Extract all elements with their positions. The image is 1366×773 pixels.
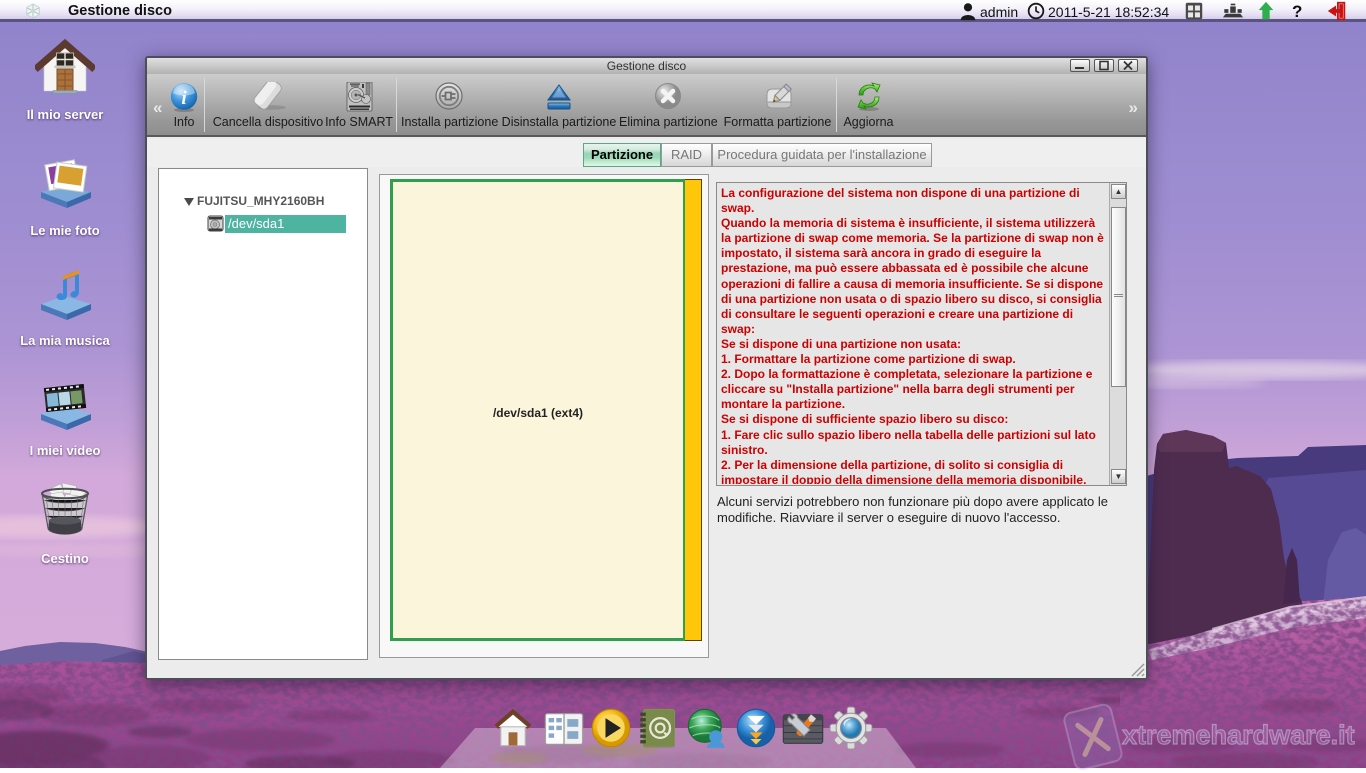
svg-text:i: i [181,88,187,109]
